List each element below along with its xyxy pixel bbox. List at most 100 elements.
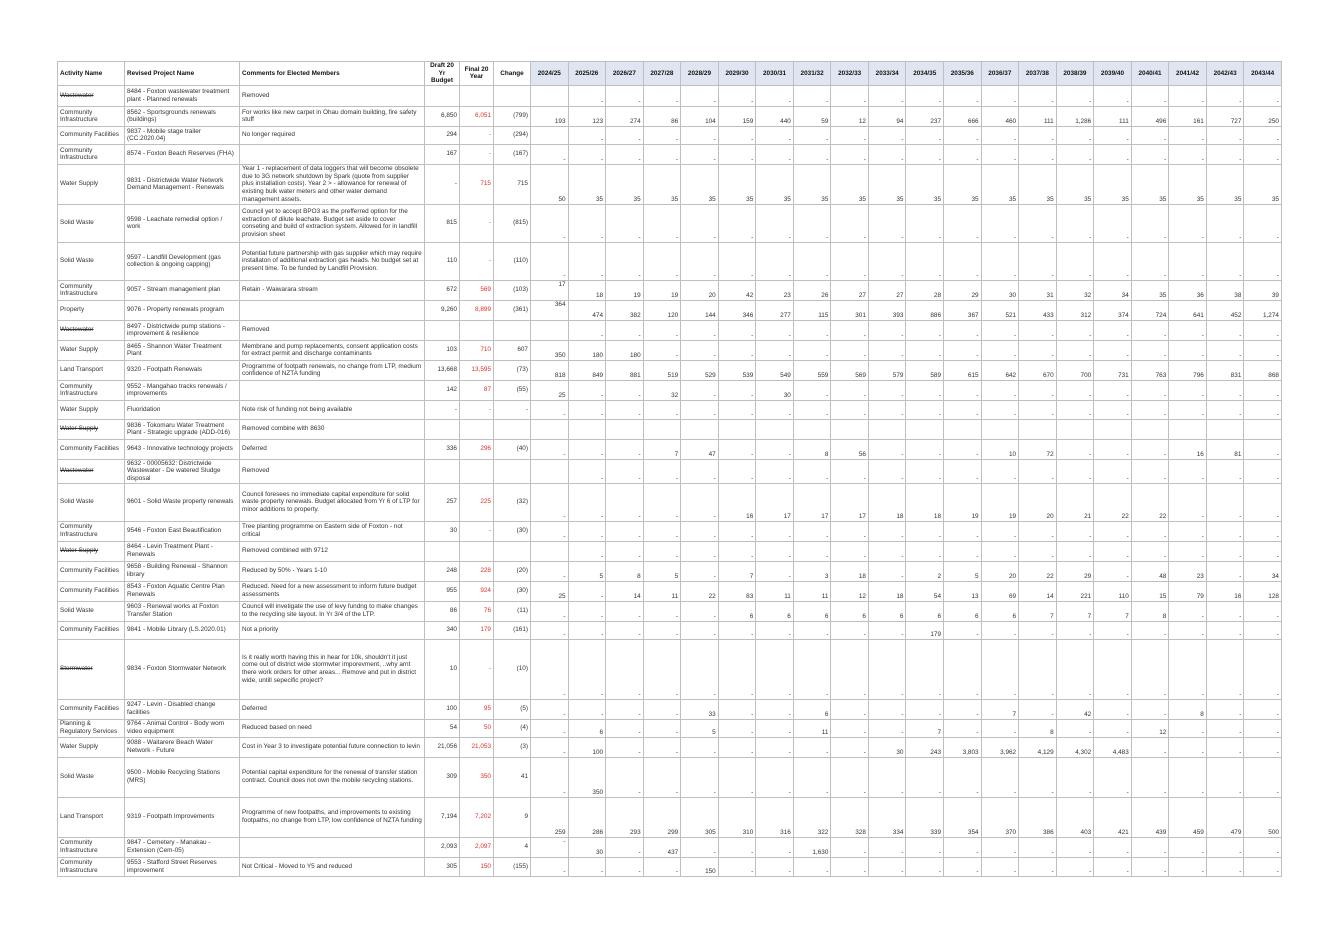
table-row: Land Transport 9320 - Footpath Renewals Pr…: [57, 359, 1282, 381]
project-cell: 9658 - Building Renewal - Shannon librar…: [124, 560, 240, 582]
year-value-cell: 5: [680, 718, 719, 738]
year-value-cell: -: [680, 399, 719, 420]
project-cell: 9603 - Renewal works at Foxton Transfer …: [124, 600, 240, 622]
change-cell: [493, 458, 531, 484]
comments-cell: Reduced based on need: [239, 718, 425, 738]
year-value-cell: [830, 418, 869, 440]
activity-cell: Community Infrastructure: [57, 836, 125, 858]
project-cell: 9057 - Stream management plan: [124, 279, 240, 301]
activity-cell: Land Transport: [57, 359, 125, 381]
activity-cell: Community Infrastructure: [57, 105, 125, 127]
year-value-cell: -: [1168, 756, 1207, 798]
year-value-cell: -: [1018, 620, 1057, 640]
year-value-cell: -: [980, 203, 1020, 243]
year-value-cell: -: [1130, 203, 1170, 243]
table-row: Community Facilities 9841 - Mobile Librar…: [57, 620, 1282, 640]
header-year: 2027/28: [642, 61, 682, 86]
year-value-cell: -: [980, 241, 1020, 281]
year-value-cell: -: [755, 319, 794, 341]
header-year: 2037/38: [1018, 61, 1057, 86]
year-value-cell: -: [830, 143, 869, 165]
year-value-cell: -: [1093, 203, 1132, 243]
year-value-cell: -: [867, 241, 907, 281]
year-value-cell: 35: [1205, 163, 1245, 205]
year-value-cell: -: [717, 836, 757, 858]
year-value-cell: -: [943, 339, 982, 361]
year-value-cell: 293: [605, 796, 644, 838]
change-cell: (815): [493, 203, 531, 243]
year-value-cell: [530, 125, 569, 145]
year-value-cell: -: [1093, 718, 1132, 738]
year-value-cell: -: [1168, 736, 1207, 758]
year-value-cell: -: [530, 638, 569, 700]
draft-budget-cell: [424, 540, 460, 562]
year-value-cell: 529: [680, 359, 719, 381]
year-value-cell: -: [680, 241, 719, 281]
year-value-cell: -: [717, 319, 757, 341]
year-value-cell: -: [1093, 143, 1132, 165]
header-year: 2038/39: [1055, 61, 1095, 86]
year-value-cell: 259: [530, 796, 569, 838]
year-value-cell: -: [980, 458, 1020, 484]
year-value-cell: -: [943, 379, 982, 401]
year-value-cell: 35: [717, 163, 757, 205]
year-value-cell: -: [1168, 399, 1207, 420]
year-value-cell: -: [1168, 241, 1207, 281]
year-value-cell: -: [680, 143, 719, 165]
draft-budget-cell: -: [424, 163, 460, 205]
year-value-cell: 17: [830, 482, 869, 522]
year-value-cell: -: [717, 520, 757, 542]
draft-budget-cell: 305: [424, 856, 460, 877]
project-cell: 9546 - Foxton East Beautification: [124, 520, 240, 542]
comments-cell: Removed: [239, 458, 425, 484]
year-value-cell: -: [642, 736, 682, 758]
year-value-cell: 11: [792, 580, 832, 602]
year-value-cell: 274: [605, 105, 644, 127]
year-value-cell: -: [1055, 620, 1095, 640]
table-row: Water Supply 9836 - Tokomaru Water Treatm…: [57, 418, 1282, 440]
year-value-cell: -: [642, 399, 682, 420]
year-value-cell: -: [605, 620, 644, 640]
final-year-cell: 296: [459, 438, 494, 460]
year-value-cell: 20: [980, 560, 1020, 582]
year-value-cell: -: [830, 736, 869, 758]
year-value-cell: 33: [680, 698, 719, 720]
year-value-cell: -: [1205, 482, 1245, 522]
year-value-cell: -: [1243, 540, 1282, 562]
year-value-cell: -: [1093, 319, 1132, 341]
project-cell: 9076 - Property renewals program: [124, 299, 240, 321]
year-value-cell: -: [905, 540, 945, 562]
year-value-cell: -: [1130, 620, 1170, 640]
comments-cell: Reduced by 50% - Years 1-10: [239, 560, 425, 582]
year-value-cell: -: [642, 458, 682, 484]
year-value-cell: -: [680, 638, 719, 700]
final-year-cell: 6,051: [459, 105, 494, 127]
year-value-cell: -: [830, 84, 869, 107]
table-row: Stormwater 9834 - Foxton Stormwater Netwo…: [57, 638, 1282, 700]
comments-cell: [239, 836, 425, 858]
year-value-cell: -: [905, 756, 945, 798]
final-year-cell: [459, 418, 494, 440]
table-row: Solid Waste 9598 - Leachate remedial opti…: [57, 203, 1282, 243]
year-value-cell: -: [1168, 836, 1207, 858]
year-value-cell: [680, 418, 719, 440]
year-value-cell: -: [530, 856, 569, 877]
year-value-cell: -: [1018, 856, 1057, 877]
year-value-cell: 433: [1018, 299, 1057, 321]
year-value-cell: 22: [1093, 482, 1132, 522]
final-year-cell: 21,053: [459, 736, 494, 758]
year-value-cell: -: [1130, 339, 1170, 361]
change-cell: (799): [493, 105, 531, 127]
header-year: 2039/40: [1093, 61, 1132, 86]
change-cell: 4: [493, 836, 531, 858]
final-year-cell: -: [459, 241, 494, 281]
year-value-cell: -: [792, 84, 832, 107]
year-value-cell: -: [905, 638, 945, 700]
year-value-cell: 886: [905, 299, 945, 321]
year-value-cell: 25: [530, 580, 569, 602]
year-value-cell: 27: [830, 279, 869, 301]
final-year-cell: [459, 319, 494, 341]
activity-cell: Solid Waste: [57, 600, 125, 622]
change-cell: 41: [493, 756, 531, 798]
year-value-cell: -: [530, 143, 569, 165]
